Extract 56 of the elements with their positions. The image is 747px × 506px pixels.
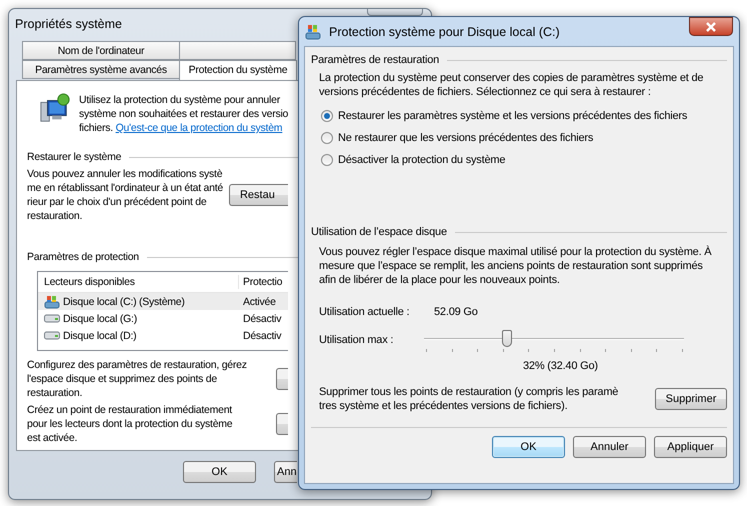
cancel-button[interactable]: Ann: [274, 461, 297, 483]
radio-label[interactable]: Ne restaurer que les versions précédentes des fichiers: [338, 131, 594, 145]
disk-usage-description: Vous pouvez régler l’espace disque maximal utilisé pour la protection du système. À mesure que l’espace se remplit, les anciens points de restauration sont supprimés afin de libérer de la place pour les nouveaux points.: [319, 245, 712, 287]
ok-button[interactable]: OK: [183, 461, 256, 483]
system-drive-icon: [44, 294, 60, 308]
close-button[interactable]: [689, 17, 733, 36]
drive-icon: [44, 331, 60, 340]
radio-icon[interactable]: [321, 110, 333, 122]
usage-value: 52.09 Go: [434, 305, 478, 319]
window-title: Propriétés système: [14, 16, 123, 33]
drive-icon: [44, 314, 60, 323]
drive-row[interactable]: Disque local (D:) Désactiv: [38, 327, 288, 344]
group-title: Utilisation de l’espace disque: [311, 225, 447, 239]
apply-button[interactable]: Appliquer: [654, 436, 727, 458]
system-icon: [305, 24, 321, 40]
tab[interactable]: Protection du système: [179, 60, 297, 81]
protection-status: Désactiv: [242, 312, 282, 326]
column-header[interactable]: Lecteurs disponibles: [38, 275, 238, 289]
close-icon: [705, 22, 717, 32]
tab[interactable]: Paramètres système avancés: [22, 60, 180, 79]
restore-description: La protection du système peut conserver des copies de paramètres système et de versions précédentes de fichiers. Sélectionnez ce qui sera à restaurer :: [319, 71, 704, 99]
drive-row[interactable]: Disque local (C:) (Système) Activée: [38, 293, 288, 310]
create-button[interactable]: [276, 413, 288, 435]
protection-status: Activée: [242, 294, 277, 308]
window-title: Protection système pour Disque local (C:): [329, 25, 560, 39]
radio-icon[interactable]: [321, 132, 333, 144]
tab[interactable]: [179, 41, 296, 60]
drive-row[interactable]: Disque local (G:) Désactiv: [38, 310, 288, 327]
drive-name: Disque local (G:): [63, 312, 137, 326]
slider-thumb[interactable]: [502, 330, 512, 347]
group-title: Paramètres de protection: [27, 250, 139, 264]
ok-button[interactable]: OK: [492, 436, 565, 458]
column-header[interactable]: Protectio: [238, 275, 288, 289]
configure-description: Configurez des paramètres de restauration, gérez l'espace disque et supprimez des points de restauration.: [27, 358, 247, 400]
max-usage-label: Utilisation max :: [319, 333, 394, 347]
group-title: Paramètres de restauration: [311, 53, 440, 67]
drive-name: Disque local (C:) (Système): [63, 294, 185, 308]
usage-reading: 32% (32.40 Go): [523, 359, 599, 373]
help-link[interactable]: Qu'est-ce que la protection du systèm: [116, 122, 282, 134]
intro-text: Utilisez la protection du système pour annuler système non souhaitées et restaurer des versio fichiers. Qu'est-ce que la protection du systèm: [79, 93, 288, 135]
group-title: Restaurer le système: [27, 150, 122, 164]
delete-description: Supprimer tous les points de restauration (y compris les paramè tres système et les précédentes versions de fichiers).: [319, 385, 618, 413]
usage-slider[interactable]: [424, 329, 684, 353]
usage-label: Utilisation actuelle :: [319, 305, 410, 319]
tab[interactable]: Nom de l'ordinateur: [22, 41, 180, 60]
radio-icon[interactable]: [321, 154, 333, 166]
cancel-button[interactable]: Annuler: [573, 436, 646, 458]
drive-name: Disque local (D:): [63, 328, 136, 342]
protection-status: Désactiv: [242, 328, 282, 342]
radio-label[interactable]: Désactiver la protection du système: [338, 153, 506, 167]
delete-button[interactable]: Supprimer: [655, 388, 727, 410]
create-description: Créez un point de restauration immédiatement pour les lecteurs dont la protection du système est activée.: [27, 403, 232, 445]
radio-label[interactable]: Restaurer les paramètres système et les versions précédentes des fichiers: [338, 109, 688, 123]
configure-button[interactable]: [276, 368, 288, 390]
restore-button[interactable]: Restau: [228, 184, 288, 206]
restore-description: Vous pouvez annuler les modifications systè me en rétablissant l'ordinateur à un état anté rieur par le choix d'un précédent point de restauration.: [27, 167, 223, 223]
